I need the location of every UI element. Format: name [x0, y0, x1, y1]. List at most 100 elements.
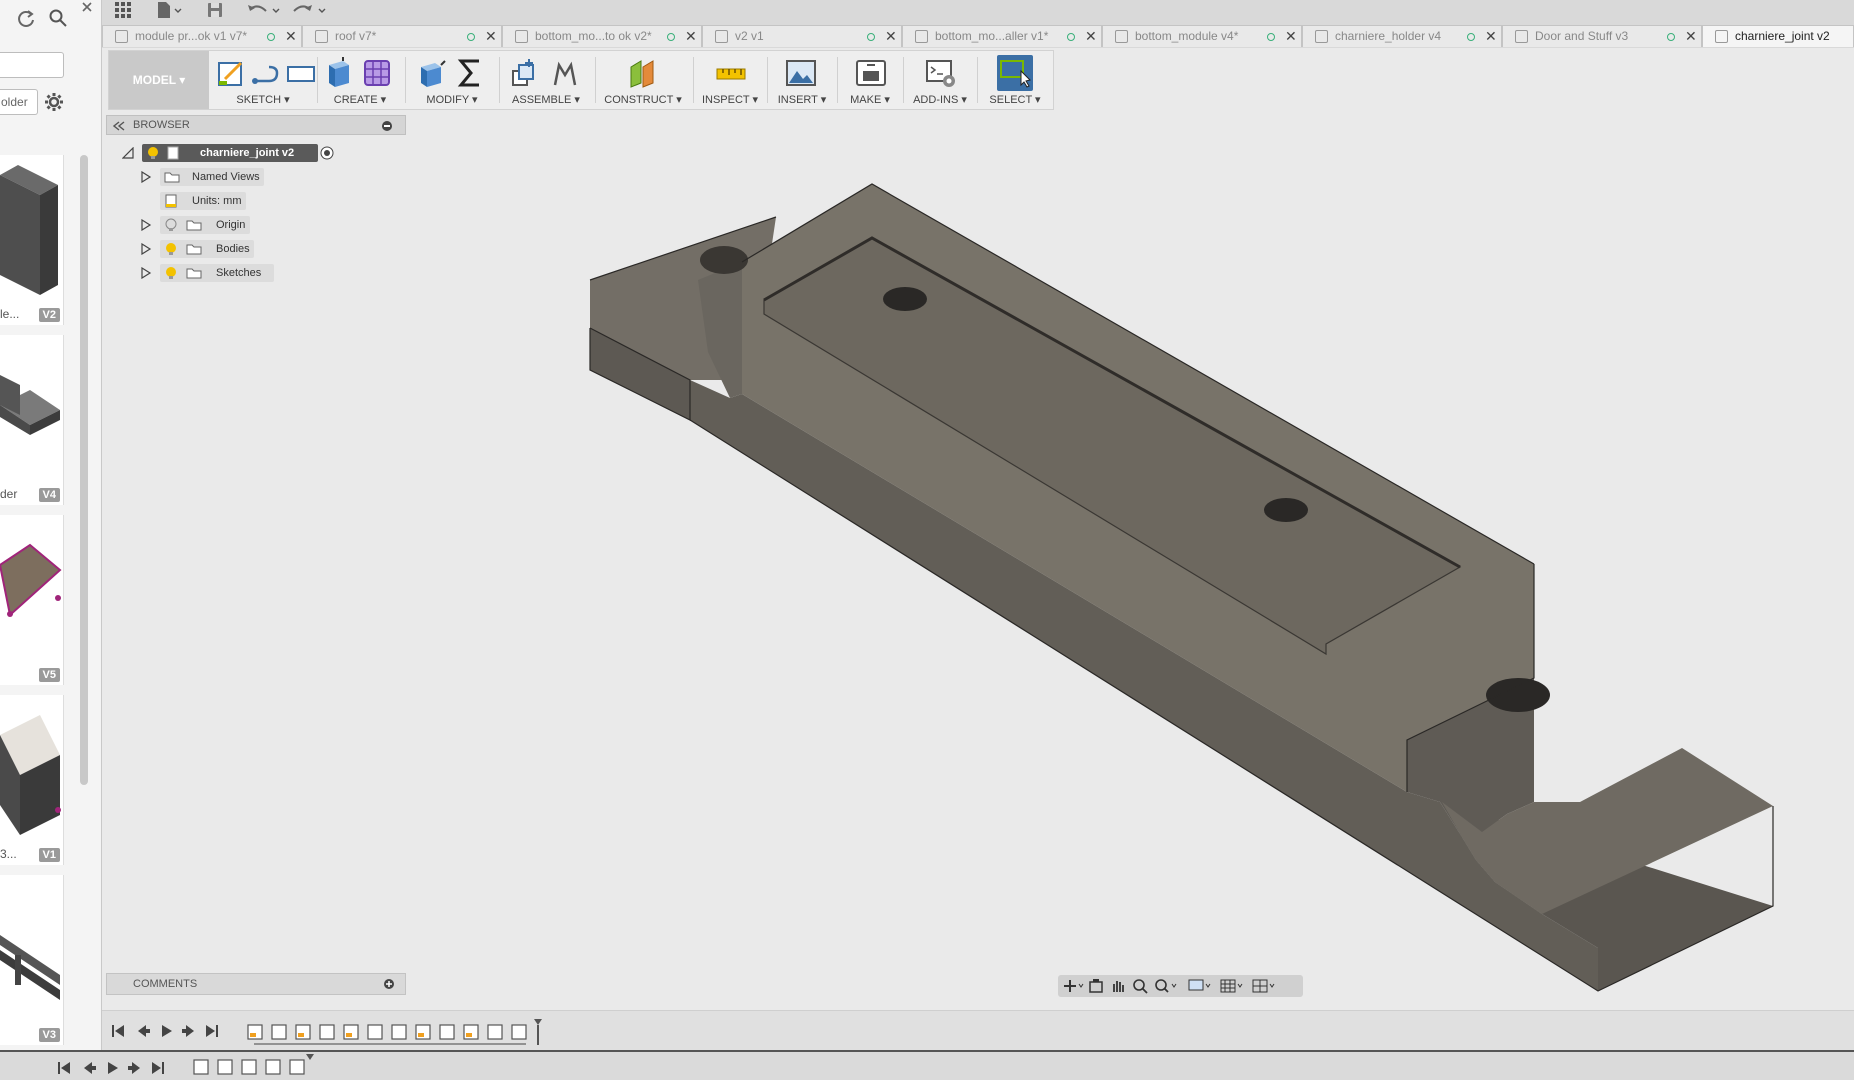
create-sketch-icon[interactable]	[215, 57, 247, 89]
thumbnail-item[interactable]: der V4	[0, 335, 64, 505]
create-group[interactable]: CREATE ▾	[319, 51, 401, 109]
apps-grid-icon[interactable]	[114, 1, 132, 23]
browser-root-node[interactable]: charniere_joint v2	[120, 143, 340, 163]
browser-node-origin[interactable]: Origin	[136, 215, 336, 235]
gear-icon[interactable]	[44, 92, 64, 112]
rectangle-icon[interactable]	[285, 57, 317, 89]
select-icon[interactable]	[999, 57, 1031, 89]
toolbar: MODEL ▾ SKETCH ▾ CREATE ▾ MODIFY ▾ ASSEM…	[108, 50, 1054, 110]
browser-node-named-views[interactable]: Named Views	[136, 167, 336, 187]
document-icon	[1515, 30, 1528, 43]
close-panel-icon[interactable]	[80, 0, 94, 14]
close-tab-icon[interactable]: ✕	[1485, 26, 1497, 47]
lightbulb-icon[interactable]	[164, 266, 178, 280]
pan-hand-icon[interactable]	[1110, 978, 1126, 994]
close-tab-icon[interactable]: ✕	[485, 26, 497, 47]
timeline-controls[interactable]	[110, 1023, 230, 1039]
sum-icon[interactable]	[455, 57, 487, 89]
thumbnail-item[interactable]: V3	[0, 875, 64, 1045]
3d-print-icon[interactable]	[855, 57, 887, 89]
undo-icon[interactable]	[246, 1, 282, 23]
scripts-icon[interactable]	[925, 57, 957, 89]
secondary-timeline-controls[interactable]	[56, 1060, 176, 1076]
zoom-window-icon[interactable]	[1154, 978, 1180, 994]
add-ins-group[interactable]: ADD-INS ▾	[905, 51, 975, 109]
refresh-icon[interactable]	[16, 8, 36, 28]
offset-plane-icon[interactable]	[627, 57, 659, 89]
extrude-icon[interactable]	[323, 57, 355, 89]
save-icon[interactable]	[206, 1, 224, 23]
browser-header[interactable]: BROWSER	[106, 115, 406, 135]
new-component-icon[interactable]	[509, 57, 541, 89]
measure-icon[interactable]	[715, 57, 747, 89]
select-group[interactable]: SELECT ▾	[979, 51, 1051, 109]
thumbnail-item[interactable]: V5	[0, 515, 64, 685]
folder-button[interactable]: older	[0, 89, 38, 115]
construct-group[interactable]: CONSTRUCT ▾	[597, 51, 689, 109]
lightbulb-icon[interactable]	[146, 146, 160, 160]
lightbulb-icon[interactable]	[164, 242, 178, 256]
search-icon[interactable]	[48, 8, 68, 28]
sketch-group[interactable]: SKETCH ▾	[213, 51, 315, 109]
expand-toggle-icon[interactable]	[140, 171, 152, 183]
tab-document[interactable]: bottom_mo...to ok v2* ✕	[502, 25, 702, 47]
redo-icon[interactable]	[292, 1, 328, 23]
press-pull-icon[interactable]	[415, 57, 447, 89]
tab-document[interactable]: module pr...ok v1 v7* ✕	[102, 25, 302, 47]
expand-toggle-icon[interactable]	[140, 243, 152, 255]
joint-icon[interactable]	[549, 57, 581, 89]
insert-group[interactable]: INSERT ▾	[769, 51, 835, 109]
tab-document[interactable]: v2 v1 ✕	[702, 25, 902, 47]
thumbnail-image	[0, 935, 60, 1000]
workspace-switcher[interactable]: MODEL ▾	[109, 51, 209, 109]
document-icon	[115, 30, 128, 43]
modify-group[interactable]: MODIFY ▾	[407, 51, 497, 109]
tab-document[interactable]: bottom_module v4* ✕	[1102, 25, 1302, 47]
zoom-icon[interactable]	[1132, 978, 1148, 994]
model-canvas[interactable]	[102, 112, 1854, 1002]
file-menu-icon[interactable]	[156, 1, 182, 23]
collapse-browser-icon[interactable]	[113, 121, 125, 131]
tab-document[interactable]: charniere_holder v4 ✕	[1302, 25, 1502, 47]
data-panel-scrollbar[interactable]	[80, 155, 88, 785]
tab-document[interactable]: bottom_mo...aller v1* ✕	[902, 25, 1102, 47]
browser-node-units[interactable]: Units: mm	[136, 191, 336, 211]
tab-document-active[interactable]: charniere_joint v2	[1702, 25, 1854, 47]
thumbnail-item[interactable]: le... V2	[0, 155, 64, 325]
secondary-timeline-features[interactable]	[190, 1054, 320, 1080]
grid-settings-icon[interactable]	[1220, 978, 1246, 994]
insert-image-icon[interactable]	[785, 57, 817, 89]
comments-panel[interactable]: COMMENTS	[106, 973, 406, 995]
browser-node-bodies[interactable]: Bodies	[136, 239, 336, 259]
timeline-features[interactable]	[244, 1017, 544, 1047]
add-comment-icon[interactable]	[383, 978, 395, 990]
close-tab-icon[interactable]: ✕	[285, 26, 297, 47]
thumbnail-item[interactable]: 3... V1	[0, 695, 64, 865]
lightbulb-off-icon[interactable]	[164, 218, 178, 232]
document-icon	[515, 30, 528, 43]
activate-radio-icon[interactable]	[320, 146, 334, 160]
viewports-icon[interactable]	[1252, 978, 1278, 994]
display-settings-icon[interactable]	[1188, 978, 1214, 994]
orbit-icon[interactable]	[1062, 978, 1084, 994]
close-tab-icon[interactable]: ✕	[1685, 26, 1697, 47]
close-tab-icon[interactable]: ✕	[1085, 26, 1097, 47]
tab-document[interactable]: roof v7* ✕	[302, 25, 502, 47]
close-tab-icon[interactable]: ✕	[685, 26, 697, 47]
look-at-icon[interactable]	[1088, 978, 1104, 994]
expand-toggle-icon[interactable]	[122, 147, 134, 159]
assemble-group[interactable]: ASSEMBLE ▾	[501, 51, 591, 109]
close-tab-icon[interactable]: ✕	[1285, 26, 1297, 47]
inspect-group[interactable]: INSPECT ▾	[695, 51, 765, 109]
tab-document[interactable]: Door and Stuff v3 ✕	[1502, 25, 1702, 47]
data-search-input[interactable]	[0, 52, 64, 78]
minimize-browser-icon[interactable]	[381, 120, 393, 132]
canvas-viewport[interactable]	[102, 112, 1854, 1002]
expand-toggle-icon[interactable]	[140, 219, 152, 231]
line-icon[interactable]	[251, 57, 283, 89]
browser-node-sketches[interactable]: Sketches	[136, 263, 336, 283]
make-group[interactable]: MAKE ▾	[839, 51, 901, 109]
form-icon[interactable]	[361, 57, 393, 89]
expand-toggle-icon[interactable]	[140, 267, 152, 279]
close-tab-icon[interactable]: ✕	[885, 26, 897, 47]
